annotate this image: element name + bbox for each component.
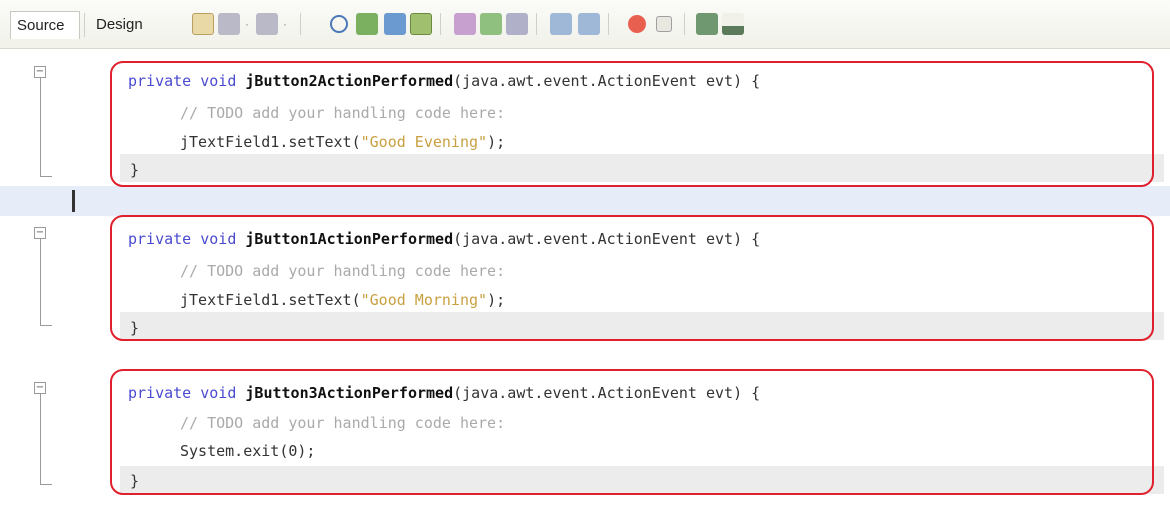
stop-macro-icon[interactable] (656, 16, 672, 32)
comment-icon[interactable] (696, 13, 718, 35)
editor-toolbar: Source Design · · (0, 0, 1170, 49)
toolbar-separator (440, 13, 441, 35)
next-bookmark-icon[interactable] (480, 13, 502, 35)
back-dropdown-icon[interactable]: · (242, 13, 252, 35)
tab-source[interactable]: Source (10, 11, 80, 39)
highlight-box (110, 61, 1154, 187)
toggle-highlight-icon[interactable] (410, 13, 432, 35)
find-icon[interactable] (330, 15, 348, 33)
last-edit-icon[interactable] (192, 13, 214, 35)
fold-end (40, 176, 52, 177)
toolbar-separator (300, 13, 301, 35)
fold-toggle-icon[interactable]: − (34, 66, 46, 78)
fold-toggle-icon[interactable]: − (34, 382, 46, 394)
toolbar-separator (536, 13, 537, 35)
fold-line (40, 394, 41, 484)
tab-design[interactable]: Design (90, 11, 160, 39)
shift-left-icon[interactable] (550, 13, 572, 35)
uncomment-icon[interactable] (722, 13, 744, 35)
forward-dropdown-icon[interactable]: · (280, 13, 290, 35)
toolbar-separator (684, 13, 685, 35)
find-previous-icon[interactable] (356, 13, 378, 35)
fold-line (40, 239, 41, 325)
fold-line (40, 78, 41, 176)
fold-end (40, 484, 52, 485)
highlight-box (110, 369, 1154, 495)
tab-divider (84, 13, 85, 37)
back-icon[interactable] (218, 13, 240, 35)
shift-right-icon[interactable] (578, 13, 600, 35)
previous-bookmark-icon[interactable] (454, 13, 476, 35)
toolbar-separator (608, 13, 609, 35)
forward-icon[interactable] (256, 13, 278, 35)
toggle-bookmark-icon[interactable] (506, 13, 528, 35)
current-line-highlight (0, 186, 1170, 216)
fold-end (40, 325, 52, 326)
find-next-icon[interactable] (384, 13, 406, 35)
text-caret (72, 190, 75, 212)
highlight-box (110, 215, 1154, 341)
fold-toggle-icon[interactable]: − (34, 227, 46, 239)
start-macro-icon[interactable] (628, 15, 646, 33)
